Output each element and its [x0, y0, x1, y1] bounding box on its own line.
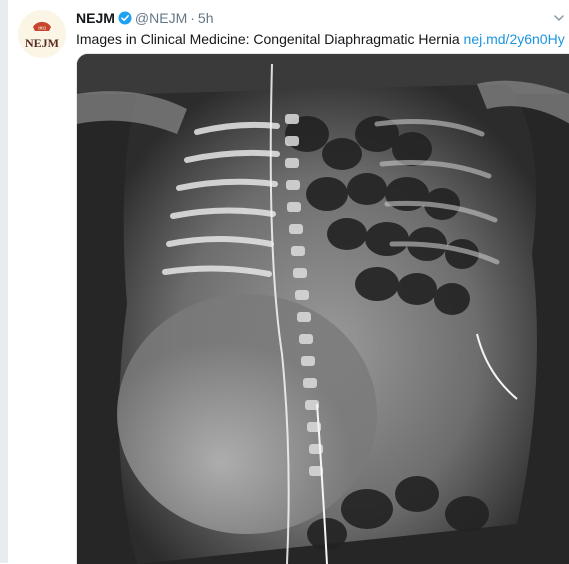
handle[interactable]: @NEJM [135, 9, 187, 27]
timeline-rail [0, 0, 8, 563]
separator-dot: · [190, 10, 195, 26]
avatar-wordmark: NEJM [25, 36, 59, 50]
tweet-body: Images in Clinical Medicine: Congenital … [76, 31, 460, 47]
nejm-logo-icon: 1812 NEJM [18, 10, 66, 58]
media-image[interactable] [76, 53, 569, 564]
display-name[interactable]: NEJM [76, 9, 115, 27]
timestamp[interactable]: 5h [198, 9, 214, 27]
avatar[interactable]: 1812 NEJM [18, 10, 66, 58]
svg-text:1812: 1812 [38, 26, 46, 31]
tweet[interactable]: 1812 NEJM NEJM @NEJM · 5h Images in Clin… [8, 0, 569, 564]
tweet-link[interactable]: nej.md/2y6n0Hy [464, 31, 565, 47]
radiograph-image [77, 54, 569, 564]
chevron-down-icon[interactable] [553, 12, 565, 24]
tweet-text: Images in Clinical Medicine: Congenital … [76, 30, 566, 49]
verified-badge-icon [118, 11, 132, 25]
tweet-header: NEJM @NEJM · 5h [76, 9, 213, 27]
